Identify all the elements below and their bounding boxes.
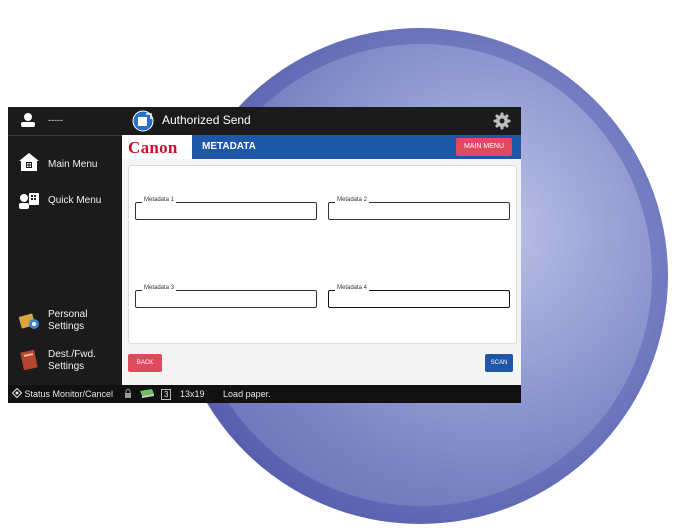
metadata-4-field[interactable]: Metadata 4 [328, 285, 510, 308]
sidebar: ----- Main Menu Quick Menu Personal Sett… [8, 107, 122, 385]
metadata-3-field[interactable]: Metadata 3 [135, 285, 317, 308]
status-monitor-button[interactable]: Status Monitor/Cancel [12, 388, 113, 399]
sidebar-item-label: Main Menu [48, 159, 98, 170]
brand-logo: Canon [122, 135, 192, 159]
paper-status: 3 13x19 Load paper. [124, 388, 277, 400]
page-header: Canon METADATA MAIN MENU [122, 135, 521, 159]
paper-size: 13x19 [180, 389, 205, 399]
metadata-1-field[interactable]: Metadata 1 [135, 197, 317, 220]
sidebar-item-personal-settings[interactable]: Personal Settings [8, 303, 122, 337]
authorized-send-icon [132, 110, 154, 132]
status-monitor-icon [12, 388, 22, 398]
sidebar-item-label-line2: Settings [48, 321, 85, 332]
address-book-icon [20, 349, 38, 371]
back-button[interactable]: BACK [128, 354, 162, 372]
status-message: Load paper. [223, 389, 271, 399]
sidebar-item-dest-fwd-settings[interactable]: Dest./Fwd. Settings [8, 345, 122, 379]
scan-button[interactable]: SCAN [485, 354, 513, 372]
page-title: METADATA [202, 141, 256, 152]
main-menu-button[interactable]: MAIN MENU [455, 138, 512, 156]
app-title: Authorized Send [162, 113, 251, 127]
quick-menu-icon [19, 193, 39, 209]
user-area[interactable]: ----- [8, 107, 122, 136]
gear-icon[interactable] [493, 112, 511, 130]
tray-number: 3 [161, 389, 172, 400]
status-bar: Status Monitor/Cancel 3 13x19 Load paper… [8, 385, 521, 403]
sidebar-item-label-line1: Personal [48, 309, 88, 320]
paper-tray-icon [139, 389, 154, 398]
lock-icon [125, 389, 131, 398]
metadata-panel: Metadata 1 Metadata 2 Metadata 3 Metadat… [128, 165, 517, 344]
status-monitor-label: Status Monitor/Cancel [24, 389, 114, 399]
metadata-2-label: Metadata 2 [335, 197, 370, 203]
action-bar: BACK SCAN [122, 348, 521, 385]
main-area: Authorized Send Canon METADATA MAIN MENU [122, 107, 521, 385]
title-bar: Authorized Send [122, 107, 521, 135]
home-icon [19, 153, 39, 171]
sidebar-item-quick-menu[interactable]: Quick Menu [8, 185, 122, 219]
user-icon [21, 113, 35, 127]
brand-logo-text: Canon [128, 138, 178, 157]
metadata-3-label: Metadata 3 [142, 285, 177, 291]
device-screen: ----- Main Menu Quick Menu Personal Sett… [8, 107, 521, 403]
sidebar-item-label: Quick Menu [48, 195, 102, 206]
metadata-2-field[interactable]: Metadata 2 [328, 197, 510, 220]
sidebar-item-main-menu[interactable]: Main Menu [8, 145, 122, 179]
metadata-1-label: Metadata 1 [142, 197, 177, 203]
user-name: ----- [48, 115, 63, 125]
sidebar-item-label-line1: Dest./Fwd. [48, 349, 96, 360]
metadata-4-label: Metadata 4 [335, 285, 370, 291]
personal-settings-icon [18, 313, 39, 329]
sidebar-item-label-line2: Settings [48, 361, 85, 372]
